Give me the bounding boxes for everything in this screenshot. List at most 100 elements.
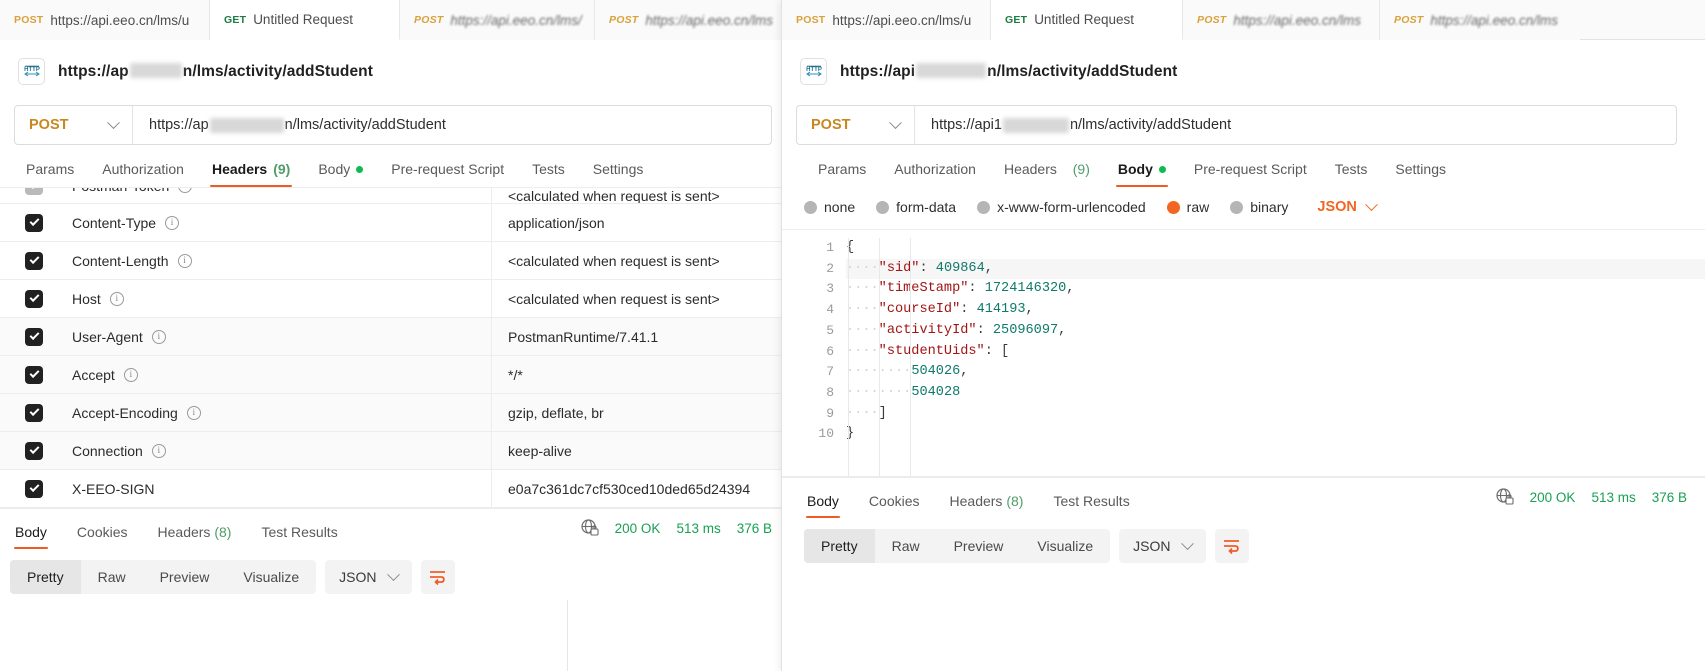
request-tab[interactable]: POST https://api.eeo.cn/lms <box>595 0 790 40</box>
header-value[interactable]: */* <box>492 367 790 383</box>
response-tab-headers[interactable]: Headers (8) <box>935 493 1039 518</box>
info-icon[interactable]: i <box>109 291 124 306</box>
request-tab[interactable]: GET Untitled Request <box>991 0 1183 40</box>
tab-headers[interactable]: Headers (9) <box>990 161 1104 187</box>
table-row[interactable]: Accept i */* <box>0 356 790 394</box>
response-tab-body[interactable]: Body <box>792 493 854 518</box>
tab-tests[interactable]: Tests <box>1321 161 1382 187</box>
request-body-editor[interactable]: 1 2 3 4 5 6 7 8 9 10 {····"sid": 409864,… <box>782 229 1705 477</box>
request-tab[interactable]: POST https://api.eeo.cn/lms <box>1380 0 1580 40</box>
header-key[interactable]: Postman-Tokeni <box>68 188 492 203</box>
editor-code-area[interactable]: {····"sid": 409864, ····"timeStamp": 1724… <box>846 230 1705 476</box>
info-icon[interactable]: i <box>177 253 192 268</box>
code-line[interactable]: ····] <box>846 404 1705 425</box>
header-key[interactable]: Accept i <box>68 356 492 393</box>
header-key[interactable]: Connection i <box>68 432 492 469</box>
response-tab-cookies[interactable]: Cookies <box>854 493 935 518</box>
tab-params[interactable]: Params <box>804 161 880 187</box>
response-view-mode-group[interactable]: Pretty Raw Preview Visualize <box>804 529 1111 563</box>
view-mode-visualize[interactable]: Visualize <box>1020 529 1110 563</box>
right-request-tab-strip[interactable]: POST https://api.eeo.cn/lms/u GET Untitl… <box>782 0 1705 40</box>
info-icon[interactable]: i <box>123 367 138 382</box>
code-line[interactable]: ····"studentUids": [ <box>846 342 1705 363</box>
table-row[interactable]: Connection i keep-alive <box>0 432 790 470</box>
globe-lock-icon[interactable] <box>1495 487 1514 509</box>
body-type-radio-group[interactable]: none form-data x-www-form-urlencoded raw… <box>782 187 1705 215</box>
table-row[interactable]: Content-Type i application/json <box>0 204 790 242</box>
header-key[interactable]: User-Agent i <box>68 318 492 355</box>
row-checkbox[interactable] <box>0 327 68 346</box>
header-key[interactable]: Accept-Encoding i <box>68 394 492 431</box>
left-response-tabs[interactable]: Body Cookies Headers (8) Test Results <box>0 509 353 549</box>
url-input[interactable]: https://api1 n/lms/activity/addStudent <box>915 106 1676 144</box>
code-line[interactable]: { <box>846 238 1705 259</box>
left-url-bar[interactable]: POST https://ap n/lms/activity/addStudent <box>14 105 772 145</box>
view-mode-pretty[interactable]: Pretty <box>804 529 875 563</box>
request-tab[interactable]: POST https://api.eeo.cn/lms/u <box>0 0 210 40</box>
view-mode-raw[interactable]: Raw <box>875 529 937 563</box>
response-tab-body[interactable]: Body <box>0 524 62 549</box>
wrap-lines-icon[interactable] <box>1214 529 1249 563</box>
method-dropdown[interactable]: POST <box>15 106 133 144</box>
info-icon[interactable]: i <box>178 188 193 193</box>
request-tab[interactable]: POST https://api.eeo.cn/lms <box>1183 0 1380 40</box>
body-format-dropdown[interactable]: JSON <box>1317 197 1378 215</box>
header-value[interactable]: <calculated when request is sent> <box>492 291 790 307</box>
response-tab-headers[interactable]: Headers (8) <box>143 524 247 549</box>
header-value[interactable]: e0a7c361dc7cf530ced10ded65d24394 <box>492 481 790 497</box>
left-response-toolbar[interactable]: Pretty Raw Preview Visualize JSON <box>0 548 790 594</box>
code-line[interactable]: ········504028 <box>846 383 1705 404</box>
header-key[interactable]: Host i <box>68 280 492 317</box>
row-checkbox[interactable] <box>0 365 68 384</box>
tab-authorization[interactable]: Authorization <box>88 161 198 187</box>
header-value[interactable]: <calculated when request is sent> <box>492 188 790 203</box>
header-value[interactable]: PostmanRuntime/7.41.1 <box>492 329 790 345</box>
row-checkbox[interactable] <box>0 441 68 460</box>
table-row[interactable]: User-Agent i PostmanRuntime/7.41.1 <box>0 318 790 356</box>
table-row[interactable]: Host i <calculated when request is sent> <box>0 280 790 318</box>
view-mode-raw[interactable]: Raw <box>81 560 143 594</box>
right-response-tabs[interactable]: Body Cookies Headers (8) Test Results <box>792 478 1145 518</box>
code-line[interactable]: ····"courseId": 414193, <box>846 300 1705 321</box>
header-value[interactable]: <calculated when request is sent> <box>492 253 790 269</box>
code-line[interactable]: ····"activityId": 25096097, <box>846 321 1705 342</box>
response-tab-cookies[interactable]: Cookies <box>62 524 143 549</box>
code-line[interactable]: ····"timeStamp": 1724146320, <box>846 279 1705 300</box>
tab-settings[interactable]: Settings <box>579 161 658 187</box>
response-format-dropdown[interactable]: JSON <box>325 560 412 594</box>
row-checkbox[interactable] <box>0 403 68 422</box>
body-type-form-data[interactable]: form-data <box>876 199 956 215</box>
left-request-tab-strip[interactable]: POST https://api.eeo.cn/lms/u GET Untitl… <box>0 0 790 40</box>
header-key[interactable]: Content-Length i <box>68 242 492 279</box>
header-key[interactable]: Content-Type i <box>68 204 492 241</box>
right-url-bar[interactable]: POST https://api1 n/lms/activity/addStude… <box>796 105 1677 145</box>
view-mode-pretty[interactable]: Pretty <box>10 560 81 594</box>
tab-headers[interactable]: Headers (9) <box>198 161 304 187</box>
row-checkbox[interactable] <box>0 479 68 498</box>
header-value[interactable]: gzip, deflate, br <box>492 405 790 421</box>
tab-settings[interactable]: Settings <box>1381 161 1460 187</box>
body-type-raw[interactable]: raw <box>1166 199 1209 215</box>
header-value[interactable]: keep-alive <box>492 443 790 459</box>
tab-pre-request-script[interactable]: Pre-request Script <box>377 161 518 187</box>
body-type-none[interactable]: none <box>804 199 855 215</box>
tab-body[interactable]: Body <box>1104 161 1180 187</box>
tab-authorization[interactable]: Authorization <box>880 161 990 187</box>
globe-lock-icon[interactable] <box>580 518 599 540</box>
tab-params[interactable]: Params <box>12 161 88 187</box>
view-mode-preview[interactable]: Preview <box>143 560 227 594</box>
response-tab-test-results[interactable]: Test Results <box>246 524 352 549</box>
wrap-lines-icon[interactable] <box>420 560 455 594</box>
request-tab[interactable]: GET Untitled Request <box>210 0 400 40</box>
info-icon[interactable]: i <box>151 443 166 458</box>
table-row[interactable]: X-EEO-SIGN e0a7c361dc7cf530ced10ded65d24… <box>0 470 790 508</box>
tab-pre-request-script[interactable]: Pre-request Script <box>1180 161 1321 187</box>
header-value[interactable]: application/json <box>492 215 790 231</box>
right-request-tabs[interactable]: Params Authorization Headers (9) Body Pr… <box>782 145 1705 187</box>
body-type-binary[interactable]: binary <box>1230 199 1288 215</box>
response-view-mode-group[interactable]: Pretty Raw Preview Visualize <box>10 560 317 594</box>
row-checkbox[interactable] <box>0 251 68 270</box>
info-icon[interactable]: i <box>186 405 201 420</box>
info-icon[interactable]: i <box>151 329 166 344</box>
code-line[interactable]: ········504026, <box>846 362 1705 383</box>
